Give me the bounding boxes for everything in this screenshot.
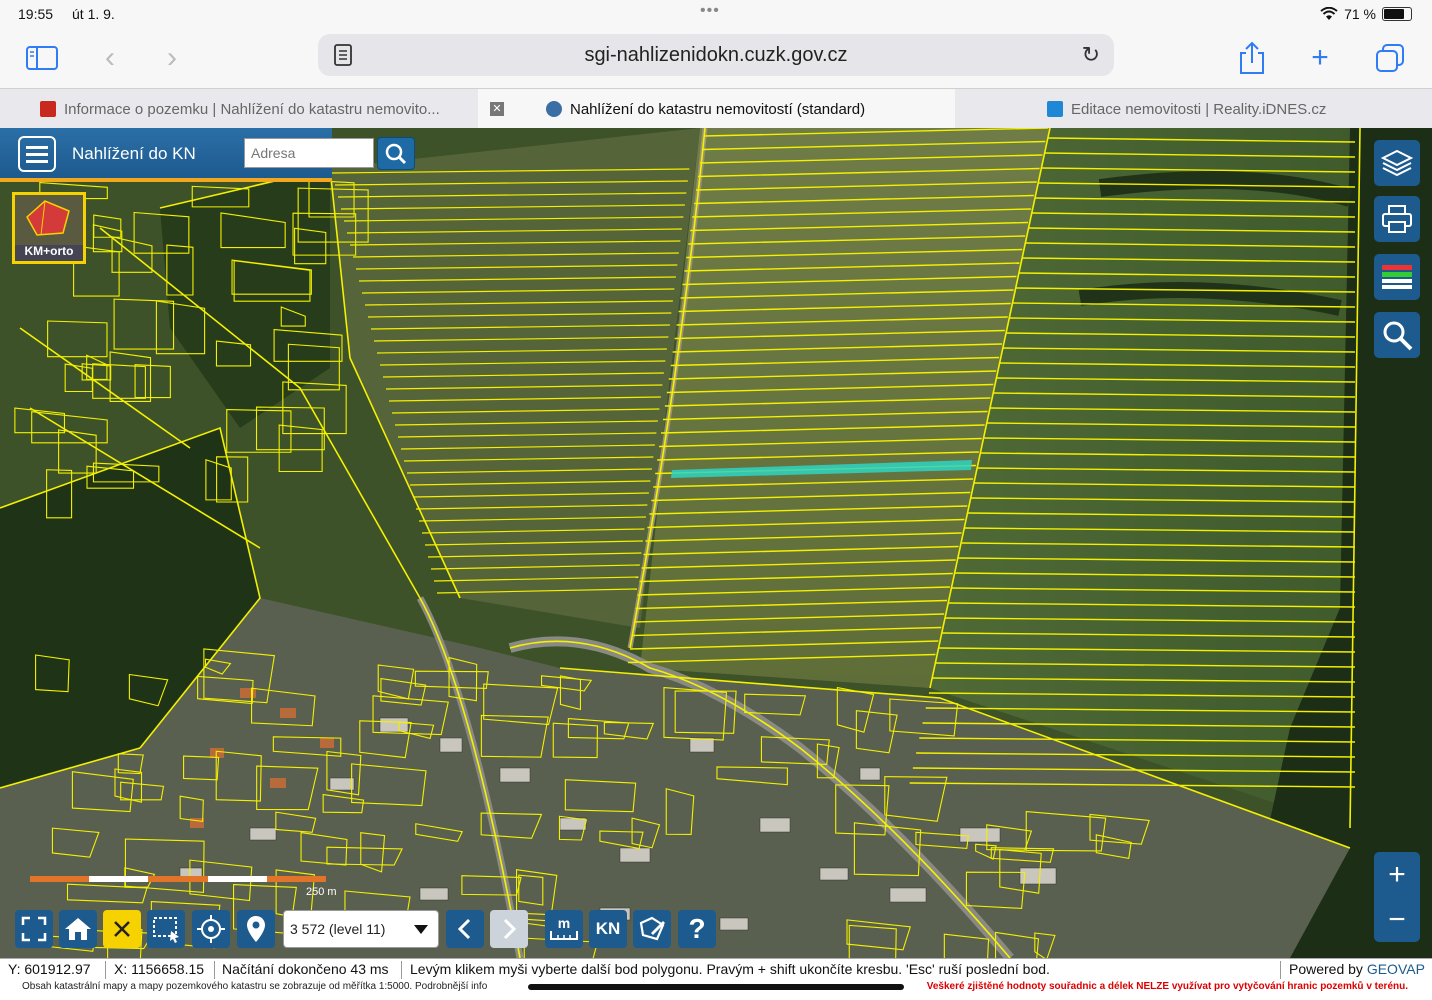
locate-button[interactable]	[192, 910, 230, 948]
chevron-right-icon	[503, 918, 517, 940]
layers-button[interactable]	[1374, 140, 1420, 186]
layer-switch-label: KM+orto	[24, 244, 74, 258]
new-tab-icon[interactable]: +	[1302, 40, 1338, 76]
polygon-draw-icon	[639, 916, 665, 941]
reload-icon[interactable]: ↻	[1082, 42, 1100, 68]
next-extent-button[interactable]	[490, 910, 528, 948]
cuzk-favicon-icon	[40, 101, 56, 117]
close-icon	[114, 921, 130, 937]
loading-status: Načítání dokončeno 43 ms	[222, 961, 389, 977]
magnifier-icon	[1383, 321, 1413, 351]
full-extent-button[interactable]	[15, 910, 53, 948]
back-icon[interactable]: ‹	[92, 40, 128, 76]
map-pin-icon	[247, 916, 265, 942]
cadastral-map[interactable]	[0, 128, 1432, 958]
help-button[interactable]: ?	[678, 910, 716, 948]
disclaimer-scale-text: Obsah katastrální mapy a mapy pozemkovéh…	[22, 981, 488, 992]
printer-icon	[1382, 205, 1412, 233]
date: út 1. 9.	[72, 6, 115, 22]
home-button[interactable]	[59, 910, 97, 948]
globe-favicon-icon	[546, 101, 562, 117]
clock: 19:55	[18, 6, 54, 22]
sidebar-icon[interactable]	[24, 40, 60, 76]
powered-by: Powered by GEOVAP	[1289, 961, 1425, 977]
tab-nahlizeni-standard[interactable]: ✕ Nahlížení do katastru nemovitostí (sta…	[478, 89, 955, 129]
share-icon[interactable]	[1234, 40, 1270, 76]
fullscreen-icon	[21, 916, 47, 942]
dropdown-arrow-icon	[414, 925, 428, 934]
geovap-link[interactable]: GEOVAP	[1367, 961, 1425, 977]
battery-status: 71 %	[1320, 6, 1412, 22]
map-status-bar: Y: 601912.97 X: 1156658.15 Načítání doko…	[0, 958, 1432, 981]
drawing-hint: Levým klikem myši vyberte další bod poly…	[410, 961, 1050, 977]
wifi-icon	[1320, 7, 1338, 20]
coordinate-y: Y: 601912.97	[8, 961, 91, 977]
map-thumbnail-icon	[15, 195, 83, 245]
home-indicator	[528, 984, 904, 990]
forward-icon[interactable]: ›	[154, 40, 190, 76]
disclaimer: Obsah katastrální mapy a mapy pozemkovéh…	[0, 980, 1432, 1000]
ios-status-bar: 19:55 út 1. 9. ••• 71 %	[0, 0, 1432, 28]
orthophoto-with-parcels	[0, 128, 1432, 958]
select-rectangle-icon	[153, 917, 179, 943]
scale-bar-label: 250 m	[306, 886, 337, 898]
layer-switch-km-orto[interactable]: KM+orto	[12, 192, 86, 264]
tab-informace-o-pozemku[interactable]: Informace o pozemku | Nahlížení do katas…	[0, 89, 478, 129]
map-search-button[interactable]	[1374, 312, 1420, 358]
kn-button-label: KN	[595, 919, 621, 938]
previous-extent-button[interactable]	[446, 910, 484, 948]
tab-label: Informace o pozemku | Nahlížení do katas…	[64, 100, 440, 118]
chevron-left-icon	[457, 918, 471, 940]
select-area-button[interactable]	[147, 910, 185, 948]
marker-button[interactable]	[237, 910, 275, 948]
close-tab-icon[interactable]: ✕	[490, 102, 504, 116]
legend-icon	[1382, 265, 1412, 289]
search-button[interactable]	[377, 137, 415, 170]
kn-info-button[interactable]: KN	[589, 910, 627, 948]
battery-icon	[1382, 7, 1412, 21]
search-icon	[385, 143, 407, 165]
coordinate-x: X: 1156658.15	[114, 961, 205, 977]
tabs-overview-icon[interactable]	[1372, 40, 1408, 76]
battery-percent: 71 %	[1344, 6, 1376, 22]
question-icon: ?	[688, 913, 706, 944]
cancel-drawing-button[interactable]	[103, 910, 141, 948]
print-button[interactable]	[1374, 196, 1420, 242]
layers-icon	[1380, 149, 1414, 177]
ruler-icon: m	[550, 915, 578, 940]
legend-button[interactable]	[1374, 254, 1420, 300]
app-title: Nahlížení do KN	[72, 144, 196, 163]
tab-label: Nahlížení do katastru nemovitostí (stand…	[570, 100, 866, 118]
zoom-in-button[interactable]: +	[1374, 852, 1420, 897]
idnes-favicon-icon	[1047, 101, 1063, 117]
disclaimer-warning: Veškeré zjištěné hodnoty souřadnic a dél…	[926, 981, 1408, 992]
measure-button[interactable]: m	[545, 910, 583, 948]
address-bar[interactable]: sgi-nahlizenidokn.cuzk.gov.cz ↻	[318, 34, 1114, 76]
tab-editace-nemovitosti[interactable]: Editace nemovitosti | Reality.iDNES.cz	[955, 89, 1432, 129]
zoom-out-button[interactable]: −	[1374, 897, 1420, 942]
home-icon	[65, 918, 91, 940]
scale-bar	[30, 876, 327, 882]
svg-text:m: m	[558, 915, 570, 931]
scale-select-value: 3 572 (level 11)	[290, 921, 386, 937]
hamburger-menu-button[interactable]	[18, 136, 56, 172]
browser-toolbar: ‹ › sgi-nahlizenidokn.cuzk.gov.cz ↻ +	[0, 28, 1432, 88]
url-text: sgi-nahlizenidokn.cuzk.gov.cz	[584, 44, 848, 66]
address-search-input[interactable]	[244, 138, 374, 168]
target-icon	[197, 915, 225, 943]
scale-select[interactable]: 3 572 (level 11)	[283, 910, 439, 948]
tab-label: Editace nemovitosti | Reality.iDNES.cz	[1071, 100, 1327, 118]
draw-polygon-button[interactable]	[633, 910, 671, 948]
multitasking-dots-icon[interactable]: •••	[700, 2, 720, 20]
tab-bar: Informace o pozemku | Nahlížení do katas…	[0, 88, 1432, 129]
zoom-control: + −	[1374, 852, 1420, 942]
